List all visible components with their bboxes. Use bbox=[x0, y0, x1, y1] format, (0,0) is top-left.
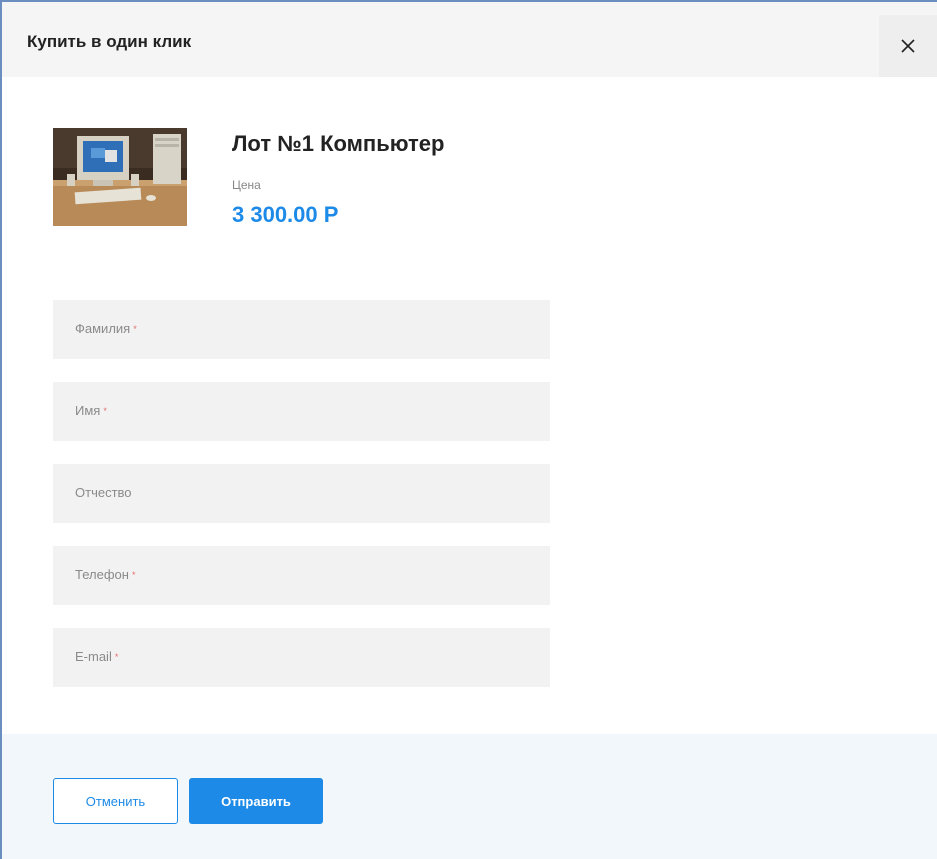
modal-title: Купить в один клик bbox=[27, 32, 192, 51]
middle-name-input[interactable] bbox=[53, 464, 550, 523]
price-label: Цена bbox=[232, 178, 261, 192]
modal-header: Купить в один клик bbox=[2, 2, 937, 77]
last-name-input[interactable] bbox=[53, 300, 550, 359]
phone-input[interactable] bbox=[53, 546, 550, 605]
submit-button[interactable]: Отправить bbox=[189, 778, 323, 824]
product-image bbox=[53, 128, 187, 226]
buy-one-click-modal: Купить в один клик Лот №1 Компьютер Цена… bbox=[0, 0, 937, 859]
close-icon bbox=[901, 39, 915, 53]
price-value: 3 300.00 Р bbox=[232, 202, 339, 227]
phone-field[interactable]: Телефон * bbox=[53, 546, 550, 605]
email-input[interactable] bbox=[53, 628, 550, 687]
close-button[interactable] bbox=[879, 15, 937, 77]
first-name-input[interactable] bbox=[53, 382, 550, 441]
middle-name-field[interactable]: Отчество bbox=[53, 464, 550, 523]
modal-footer: Отменить Отправить bbox=[2, 734, 937, 859]
cancel-button[interactable]: Отменить bbox=[53, 778, 178, 824]
email-field[interactable]: E-mail * bbox=[53, 628, 550, 687]
first-name-field[interactable]: Имя * bbox=[53, 382, 550, 441]
product-name: Лот №1 Компьютер bbox=[232, 131, 445, 156]
last-name-field[interactable]: Фамилия * bbox=[53, 300, 550, 359]
